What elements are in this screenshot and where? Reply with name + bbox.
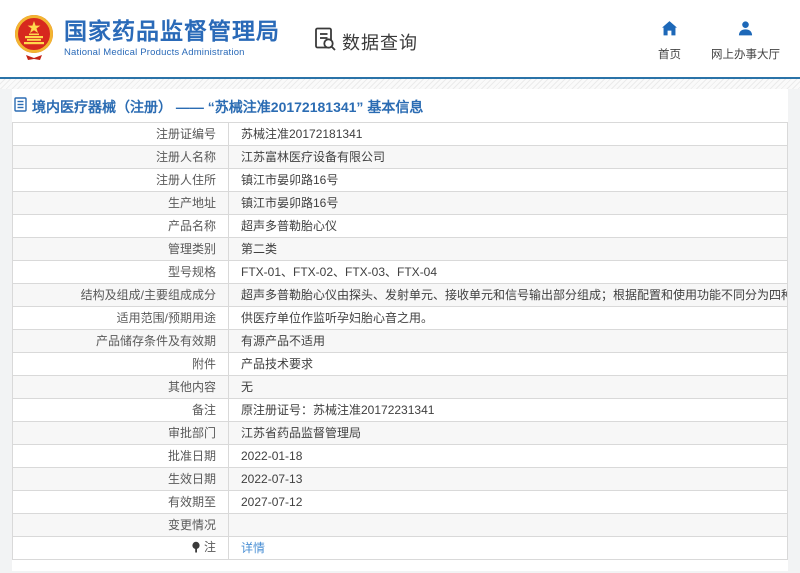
row-value: 苏械注准20172181341 [229,123,788,146]
row-label: 产品名称 [13,215,229,238]
row-label: 备注 [13,399,229,422]
row-value: 2027-07-12 [229,491,788,514]
row-value: 供医疗单位作监听孕妇胎心音之用。 [229,307,788,330]
row-value: 超声多普勒胎心仪由探头、发射单元、接收单元和信号输出部分组成；根据配置和使用功能… [229,284,788,307]
row-value: 产品技术要求 [229,353,788,376]
table-row: 注册人住所镇江市晏卯路16号 [13,169,788,192]
table-row: 审批部门江苏省药品监督管理局 [13,422,788,445]
user-icon [737,20,754,42]
page-title: 境内医疗器械（注册） —— “苏械注准20172181341” 基本信息 [32,97,423,117]
org-name-zh: 国家药品监督管理局 [64,19,280,44]
row-label: 型号规格 [13,261,229,284]
row-label: 注 [13,537,229,560]
org-name-en: National Medical Products Administration [64,47,280,58]
row-value: 江苏省药品监督管理局 [229,422,788,445]
national-emblem-icon [12,11,56,66]
row-label: 生产地址 [13,192,229,215]
info-table-body: 注册证编号苏械注准20172181341注册人名称江苏富林医疗设备有限公司注册人… [13,123,788,560]
table-row: 型号规格FTX-01、FTX-02、FTX-03、FTX-04 [13,261,788,284]
document-search-icon [312,26,338,57]
table-row: 有效期至2027-07-12 [13,491,788,514]
striped-divider [0,79,800,89]
row-value: 镇江市晏卯路16号 [229,192,788,215]
nav-item-service-hall[interactable]: 网上办事大厅 [711,20,780,62]
row-value: 超声多普勒胎心仪 [229,215,788,238]
row-label: 管理类别 [13,238,229,261]
table-row: 生效日期2022-07-13 [13,468,788,491]
row-label: 批准日期 [13,445,229,468]
document-icon [14,97,27,117]
content-panel: 境内医疗器械（注册） —— “苏械注准20172181341” 基本信息 注册证… [12,89,788,571]
nav-item-home[interactable]: 首页 [658,20,681,62]
row-label: 注册人住所 [13,169,229,192]
table-row: 结构及组成/主要组成成分超声多普勒胎心仪由探头、发射单元、接收单元和信号输出部分… [13,284,788,307]
row-label: 生效日期 [13,468,229,491]
table-row: 变更情况 [13,514,788,537]
row-value: 详情 [229,537,788,560]
row-label: 其他内容 [13,376,229,399]
header: 国家药品监督管理局 National Medical Products Admi… [0,0,800,79]
detail-link[interactable]: 详情 [241,541,265,555]
row-value: 有源产品不适用 [229,330,788,353]
row-label: 附件 [13,353,229,376]
table-row: 产品名称超声多普勒胎心仪 [13,215,788,238]
row-value: FTX-01、FTX-02、FTX-03、FTX-04 [229,261,788,284]
table-row: 批准日期2022-01-18 [13,445,788,468]
row-label: 结构及组成/主要组成成分 [13,284,229,307]
note-pin-icon [191,541,202,556]
nav-item-label: 首页 [658,46,681,62]
row-label: 适用范围/预期用途 [13,307,229,330]
table-row: 生产地址镇江市晏卯路16号 [13,192,788,215]
table-row: 注册人名称江苏富林医疗设备有限公司 [13,146,788,169]
row-value: 江苏富林医疗设备有限公司 [229,146,788,169]
section-title: 数据查询 [342,29,418,55]
row-value: 2022-01-18 [229,445,788,468]
table-row: 其他内容无 [13,376,788,399]
table-row: 备注原注册证号：苏械注准20172231341 [13,399,788,422]
row-value: 镇江市晏卯路16号 [229,169,788,192]
row-value: 无 [229,376,788,399]
data-query-section: 数据查询 [312,26,418,57]
row-label: 有效期至 [13,491,229,514]
row-value [229,514,788,537]
logo-group: 国家药品监督管理局 National Medical Products Admi… [12,11,280,66]
table-row: 产品储存条件及有效期有源产品不适用 [13,330,788,353]
page-title-bar: 境内医疗器械（注册） —— “苏械注准20172181341” 基本信息 [12,89,788,122]
table-row: 注册证编号苏械注准20172181341 [13,123,788,146]
row-value: 原注册证号：苏械注准20172231341 [229,399,788,422]
row-label: 注册证编号 [13,123,229,146]
row-label: 审批部门 [13,422,229,445]
registration-info-table: 注册证编号苏械注准20172181341注册人名称江苏富林医疗设备有限公司注册人… [12,122,788,560]
table-row: 附件产品技术要求 [13,353,788,376]
header-nav: 首页 网上办事大厅 [658,20,780,62]
nav-item-label: 网上办事大厅 [711,46,780,62]
row-label: 产品储存条件及有效期 [13,330,229,353]
row-value: 第二类 [229,238,788,261]
table-row: 适用范围/预期用途供医疗单位作监听孕妇胎心音之用。 [13,307,788,330]
home-icon [661,20,678,42]
table-row: 注详情 [13,537,788,560]
table-row: 管理类别第二类 [13,238,788,261]
row-label: 注册人名称 [13,146,229,169]
row-label: 变更情况 [13,514,229,537]
row-value: 2022-07-13 [229,468,788,491]
